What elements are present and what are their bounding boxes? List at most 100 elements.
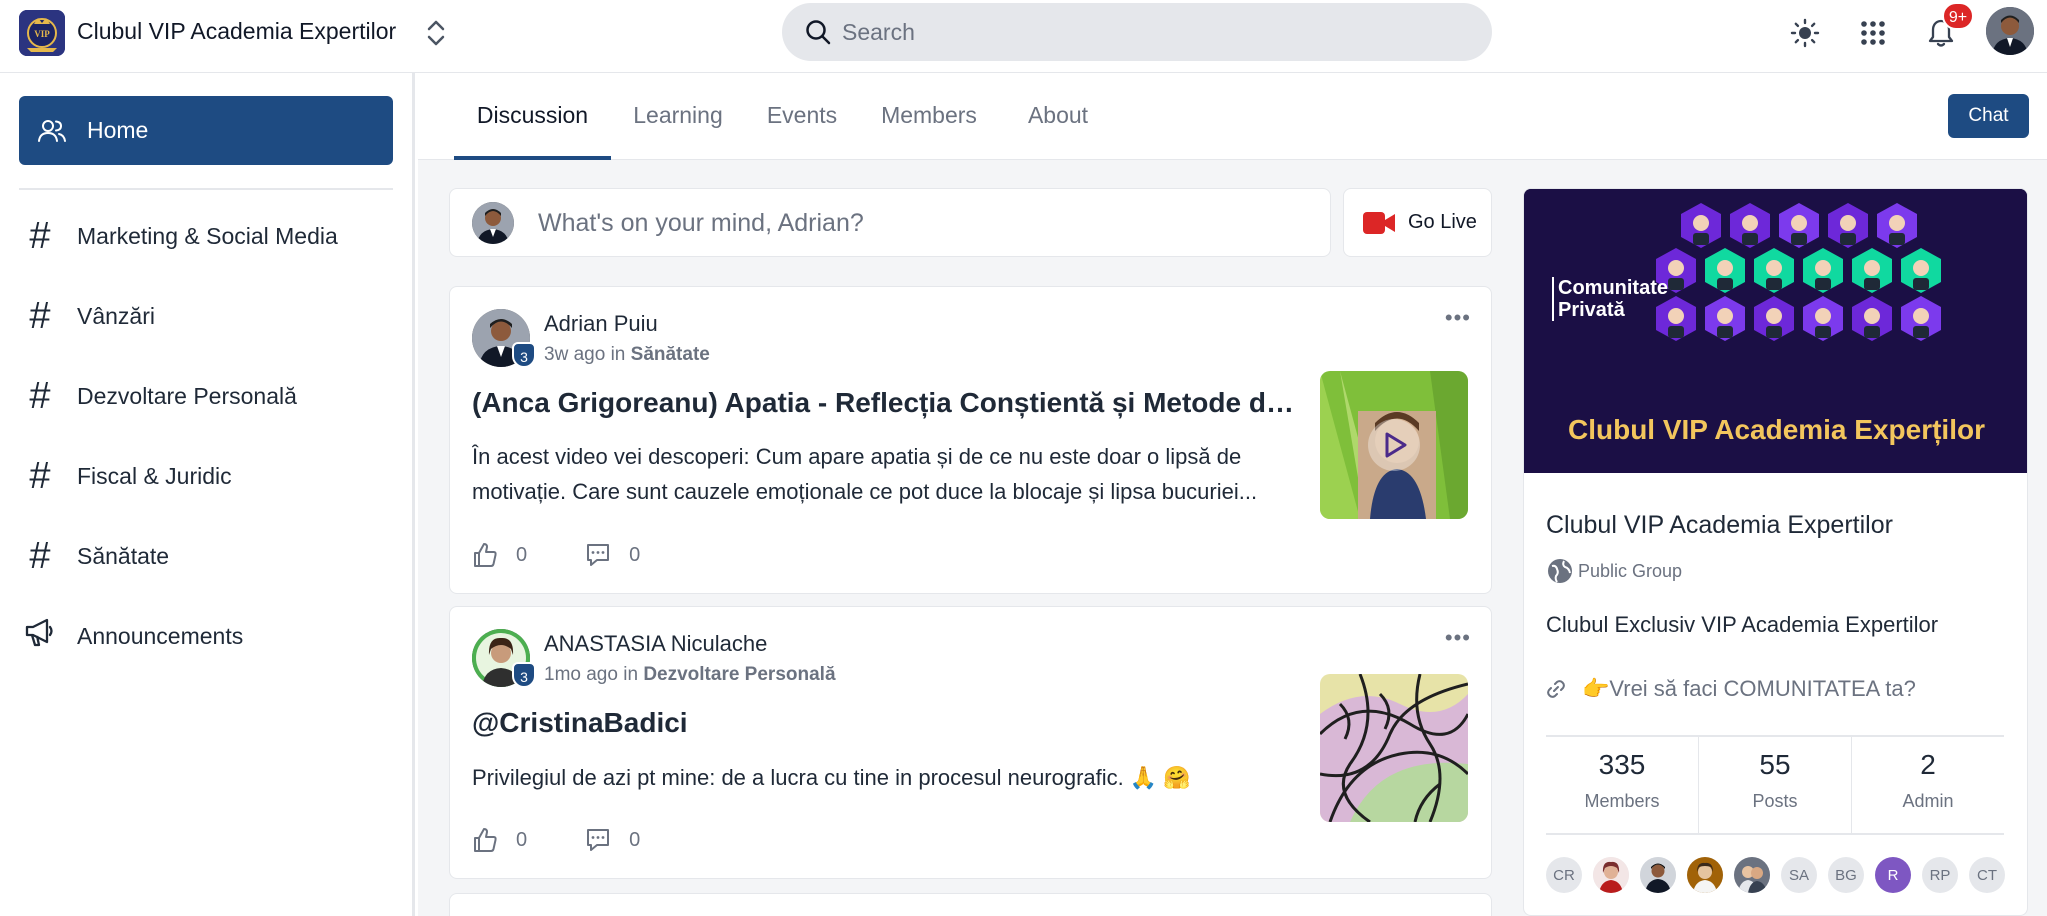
sun-icon[interactable] xyxy=(1786,14,1824,52)
apps-grid-icon[interactable] xyxy=(1854,14,1892,52)
avatar[interactable]: BG xyxy=(1828,857,1864,893)
post-meta: 3w ago in Sănătate xyxy=(544,344,710,366)
hash-icon: # xyxy=(29,294,51,337)
group-cover-image: Comunitate Privată Clubul VIP Academia E… xyxy=(1524,189,2027,473)
more-options-icon[interactable]: ••• xyxy=(1445,625,1471,651)
cover-title: Clubul VIP Academia Experților xyxy=(1567,414,1985,445)
post-in-word: in xyxy=(623,664,639,685)
post-actions: 0 0 xyxy=(472,825,698,855)
sidebar-item-home[interactable]: Home xyxy=(19,96,393,165)
like-icon[interactable] xyxy=(472,827,498,853)
avatar[interactable]: RP xyxy=(1922,857,1958,893)
post-in-word: in xyxy=(610,344,626,365)
search-bar[interactable] xyxy=(782,3,1492,61)
sidebar-divider xyxy=(19,188,393,190)
member-avatars: CR SA BG R RP CT xyxy=(1546,857,2016,893)
post-category[interactable]: Sănătate xyxy=(631,344,710,365)
avatar[interactable] xyxy=(1687,857,1723,893)
post-composer[interactable]: What's on your mind, Adrian? xyxy=(449,188,1331,257)
notification-badge: 9+ xyxy=(1942,2,1974,30)
post-video-thumbnail[interactable] xyxy=(1320,371,1468,519)
stat-value: 2 xyxy=(1920,749,1936,780)
comment-count: 0 xyxy=(629,543,641,566)
tab-about[interactable]: About xyxy=(1012,73,1104,160)
post-title[interactable]: (Anca Grigoreanu) Apatia - Reflecția Con… xyxy=(472,387,1300,419)
like-count: 0 xyxy=(516,543,528,566)
avatar[interactable] xyxy=(1640,857,1676,893)
link-icon xyxy=(1546,679,1566,699)
cover-subtitle: Comunitate Privată xyxy=(1552,277,1668,321)
group-info-card: Comunitate Privată Clubul VIP Academia E… xyxy=(1523,188,2028,916)
post-body: În acest video vei descoperi: Cum apare … xyxy=(472,444,1258,504)
avatar[interactable]: R xyxy=(1875,857,1911,893)
hash-icon: # xyxy=(29,534,51,577)
post-body: Privilegiul de azi pt mine: de a lucra c… xyxy=(472,765,1191,790)
tab-members[interactable]: Members xyxy=(870,73,988,160)
tab-discussion[interactable]: Discussion xyxy=(454,73,611,160)
sidebar-item-fiscal[interactable]: # Fiscal & Juridic xyxy=(19,446,399,506)
avatar[interactable]: CR xyxy=(1546,857,1582,893)
comment-count: 0 xyxy=(629,828,641,851)
post-actions: 0 0 xyxy=(472,540,698,570)
sidebar: Home # Marketing & Social Media # Vânzăr… xyxy=(0,73,415,916)
post-meta: 1mo ago in Dezvoltare Personală xyxy=(544,664,836,686)
hash-icon: # xyxy=(29,454,51,497)
tab-events[interactable]: Events xyxy=(757,73,847,160)
sidebar-item-label: Sănătate xyxy=(77,542,170,569)
sidebar-item-label: Dezvoltare Personală xyxy=(77,382,297,409)
stat-posts[interactable]: 55 Posts xyxy=(1699,737,1852,833)
post-time: 3w ago xyxy=(544,344,606,365)
tab-bar: Discussion Learning Events Members About xyxy=(418,73,2047,160)
user-avatar[interactable] xyxy=(1986,7,2034,55)
avatar xyxy=(472,202,514,244)
avatar[interactable]: SA xyxy=(1781,857,1817,893)
post-card[interactable] xyxy=(449,893,1492,916)
post-card[interactable]: 3 Adrian Puiu 3w ago in Sănătate ••• (An… xyxy=(449,286,1492,594)
stat-label: Members xyxy=(1584,791,1660,811)
stat-admin[interactable]: 2 Admin xyxy=(1852,737,2004,833)
stat-members[interactable]: 335 Members xyxy=(1546,737,1699,833)
stat-label: Posts xyxy=(1752,791,1798,811)
sidebar-item-announcements[interactable]: Announcements xyxy=(19,606,399,666)
post-author[interactable]: ANASTASIA Niculache xyxy=(544,631,767,657)
tab-learning[interactable]: Learning xyxy=(623,73,733,160)
community-switcher-icon[interactable] xyxy=(420,16,452,50)
stat-value: 55 xyxy=(1759,749,1791,780)
comment-icon[interactable] xyxy=(585,827,611,853)
group-stats: 335 Members 55 Posts 2 Admin xyxy=(1546,735,2004,835)
group-link-label[interactable]: 👉Vrei să faci COMUNITATEA ta? xyxy=(1582,676,1916,702)
level-badge: 3 xyxy=(512,342,536,368)
post-category[interactable]: Dezvoltare Personală xyxy=(643,664,835,685)
post-image-thumbnail[interactable] xyxy=(1320,674,1468,822)
sidebar-item-dezvoltare[interactable]: # Dezvoltare Personală xyxy=(19,366,399,426)
more-options-icon[interactable]: ••• xyxy=(1445,305,1471,331)
users-icon xyxy=(37,116,67,146)
sidebar-item-vanzari[interactable]: # Vânzări xyxy=(19,286,399,346)
chat-button[interactable]: Chat xyxy=(1948,94,2029,138)
group-description: Clubul Exclusiv VIP Academia Expertilor xyxy=(1546,612,1939,637)
composer-placeholder[interactable]: What's on your mind, Adrian? xyxy=(538,209,864,238)
comment-icon[interactable] xyxy=(585,542,611,568)
group-name: Clubul VIP Academia Expertilor xyxy=(1546,511,1893,539)
avatar[interactable] xyxy=(1593,857,1629,893)
go-live-button[interactable]: Go Live xyxy=(1343,188,1492,257)
group-type: Public Group xyxy=(1546,557,1682,585)
video-camera-icon xyxy=(1362,210,1396,236)
community-logo[interactable]: VIP xyxy=(19,10,65,56)
group-link[interactable]: 👉Vrei să faci COMUNITATEA ta? xyxy=(1546,676,1916,702)
sidebar-item-label: Home xyxy=(87,117,149,143)
post-card[interactable]: 3 ANASTASIA Niculache 1mo ago in Dezvolt… xyxy=(449,606,1492,879)
post-title[interactable]: @CristinaBadici xyxy=(472,707,688,739)
group-type-label: Public Group xyxy=(1578,560,1683,581)
stat-value: 335 xyxy=(1598,749,1646,780)
stat-label: Admin xyxy=(1902,791,1954,811)
sidebar-item-marketing[interactable]: # Marketing & Social Media xyxy=(19,206,399,266)
like-icon[interactable] xyxy=(472,542,498,568)
sidebar-item-label: Fiscal & Juridic xyxy=(77,462,232,489)
post-author[interactable]: Adrian Puiu xyxy=(544,311,658,337)
search-input[interactable] xyxy=(842,3,1462,61)
avatar[interactable] xyxy=(1734,857,1770,893)
community-title[interactable]: Clubul VIP Academia Expertilor xyxy=(77,18,396,45)
sidebar-item-sanatate[interactable]: # Sănătate xyxy=(19,526,399,586)
avatar[interactable]: CT xyxy=(1969,857,2005,893)
